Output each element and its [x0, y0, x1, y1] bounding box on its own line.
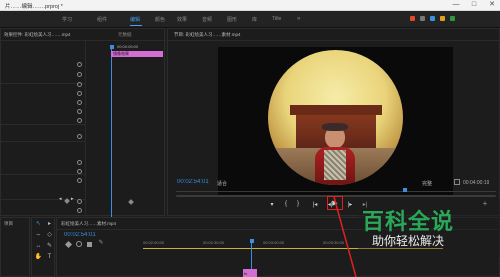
- ruler-timecode: 00:00:05:00: [117, 44, 139, 49]
- reset-icon[interactable]: [77, 62, 82, 67]
- razor-tool-icon[interactable]: ◇: [45, 231, 54, 240]
- title-bar: 片……编辑…….prproj * — □ ✕: [0, 0, 500, 11]
- selection-tool-icon[interactable]: ↖: [34, 220, 43, 229]
- wrench-icon[interactable]: ✎: [97, 239, 105, 246]
- reset-icon[interactable]: [77, 160, 82, 165]
- effect-controls-panel: 效果控件: 彩虹绘美人习…….mp4 元数据 00:00:05:00 镜像效果 …: [0, 28, 166, 239]
- workspace-learn[interactable]: 学习: [62, 16, 72, 23]
- prev-keyframe-icon[interactable]: ◂: [59, 196, 62, 202]
- keyframe-icon[interactable]: [128, 199, 134, 205]
- project-tab[interactable]: 项目: [4, 221, 13, 227]
- settings-icon[interactable]: [454, 179, 460, 185]
- maximize-button[interactable]: □: [466, 0, 482, 10]
- mark-out-button[interactable]: }: [294, 201, 302, 207]
- minimize-button[interactable]: —: [448, 0, 464, 10]
- window-title: 片……编辑…….prproj *: [5, 4, 63, 10]
- reset-icon[interactable]: [77, 91, 82, 96]
- workspace-bar: 学习 组件 编辑 颜色 效果 音频 图形 库 Title »: [0, 11, 500, 28]
- watermark: 百科全说 助你轻松解决: [358, 198, 500, 258]
- scrub-bar[interactable]: [176, 191, 496, 192]
- go-to-in-button[interactable]: |◂: [309, 201, 321, 208]
- ripple-edit-tool-icon[interactable]: ⇔: [34, 231, 43, 240]
- workspace-libraries[interactable]: 库: [252, 16, 257, 23]
- linked-selection-icon[interactable]: [76, 241, 82, 247]
- mark-in-button[interactable]: {: [282, 201, 290, 207]
- reset-icon[interactable]: [77, 109, 82, 114]
- reset-icon[interactable]: [77, 118, 82, 123]
- type-tool-icon[interactable]: T: [45, 253, 54, 262]
- reset-icon[interactable]: [77, 169, 82, 174]
- current-timecode[interactable]: 00:02:54:01: [177, 179, 209, 185]
- tools-panel: ↖ ▸ ⇔ ◇ ↔ ✎ ✋ T: [31, 217, 55, 277]
- program-monitor-tab[interactable]: 节目: 彩虹绘美人习……素材.mp4: [174, 32, 241, 38]
- fit-dropdown[interactable]: 适合: [217, 180, 227, 187]
- reset-icon[interactable]: [77, 72, 82, 77]
- hand-tool-icon[interactable]: ✋: [34, 253, 43, 262]
- workspace-editing[interactable]: 编辑: [130, 16, 140, 23]
- reset-icon[interactable]: [77, 134, 82, 139]
- slip-tool-icon[interactable]: ↔: [34, 242, 43, 251]
- extension-icon[interactable]: [440, 16, 445, 21]
- scrub-playhead[interactable]: [403, 188, 407, 192]
- workspace-graphics[interactable]: 图形: [227, 16, 237, 23]
- workspace-audio[interactable]: 音频: [202, 16, 212, 23]
- extension-icon[interactable]: [410, 16, 415, 21]
- next-keyframe-icon[interactable]: ▸: [71, 196, 74, 202]
- timeline-timecode[interactable]: 00:02:54:01: [64, 232, 96, 238]
- add-marker-icon[interactable]: [87, 242, 92, 247]
- workspace-title[interactable]: Title: [272, 16, 281, 22]
- reset-icon[interactable]: [77, 208, 82, 213]
- reset-icon[interactable]: [77, 100, 82, 105]
- program-monitor-panel: 节目: 彩虹绘美人习……素材.mp4 00:02:54:01 适合 完整 00:…: [167, 28, 500, 216]
- workspace-effects[interactable]: 效果: [177, 16, 187, 23]
- effect-controls-tab[interactable]: 效果控件: 彩虹绘美人习…….mp4: [4, 32, 71, 38]
- more-workspaces-icon[interactable]: »: [297, 16, 300, 22]
- quality-dropdown[interactable]: 完整: [422, 180, 432, 187]
- video-frame[interactable]: [218, 47, 453, 195]
- clip-bar[interactable]: 镜像效果: [111, 51, 163, 57]
- workspace-color[interactable]: 颜色: [155, 16, 165, 23]
- sequence-tab[interactable]: 彩虹绘美人习……素材.mp4: [61, 221, 116, 227]
- playhead-line: [111, 49, 112, 239]
- ruler-label: 00:02:00:00: [143, 240, 165, 245]
- circular-mask-image: [268, 50, 403, 185]
- extension-icon[interactable]: [420, 16, 425, 21]
- duration-timecode: 00:04:00:19: [463, 180, 490, 186]
- workspace-assembly[interactable]: 组件: [97, 16, 107, 23]
- extension-icon[interactable]: [450, 16, 455, 21]
- snap-icon[interactable]: [64, 240, 73, 249]
- timeline-clip[interactable]: fx: [243, 269, 257, 277]
- reset-icon[interactable]: [77, 82, 82, 87]
- project-panel: 项目: [0, 217, 30, 277]
- close-button[interactable]: ✕: [484, 0, 500, 10]
- track-select-tool-icon[interactable]: ▸: [45, 220, 54, 229]
- ruler-label: 00:02:30:00: [203, 240, 225, 245]
- add-marker-button[interactable]: ▾: [268, 201, 276, 208]
- active-tab-underline: [130, 25, 142, 26]
- watermark-subtitle: 助你轻松解决: [372, 234, 445, 248]
- extension-icon[interactable]: [430, 16, 435, 21]
- reset-icon[interactable]: [77, 178, 82, 183]
- ruler-label: 00:03:00:00: [263, 240, 285, 245]
- metadata-tab[interactable]: 元数据: [118, 32, 132, 38]
- annotation-arrow-icon: [333, 196, 357, 277]
- reset-icon[interactable]: [77, 199, 82, 204]
- pen-tool-icon[interactable]: ✎: [45, 242, 54, 251]
